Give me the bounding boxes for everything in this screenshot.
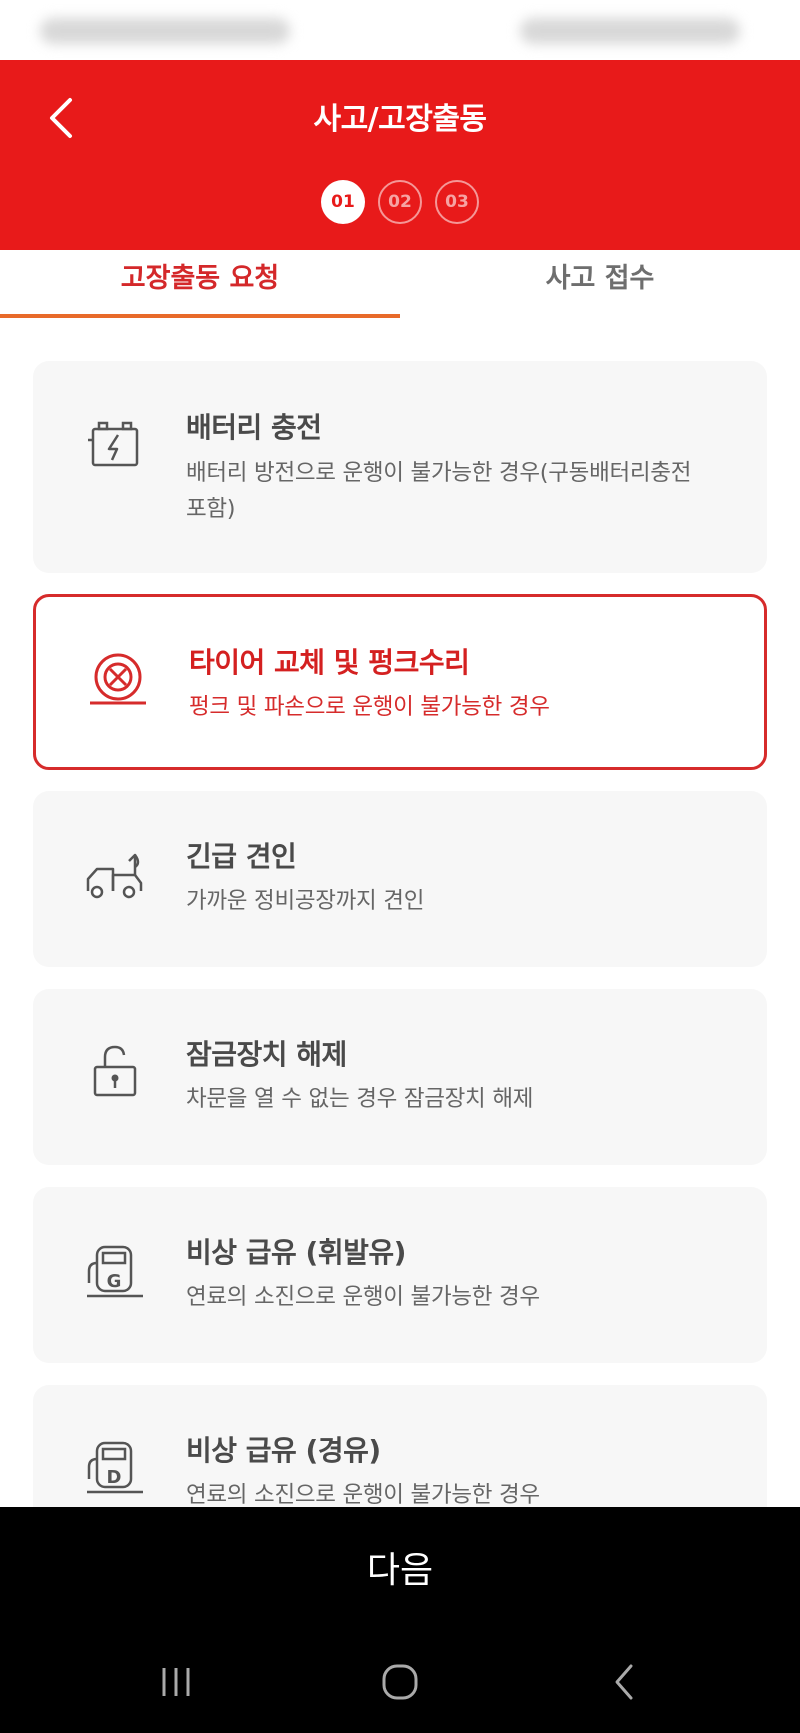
service-desc: 연료의 소진으로 운행이 불가능한 경우: [186, 1284, 540, 1310]
service-title: 긴급 견인: [186, 840, 297, 873]
svg-text:D: D: [107, 1467, 122, 1488]
service-desc: 펑크 및 파손으로 운행이 불가능한 경우: [189, 694, 550, 720]
gas-pump-d-icon: D: [85, 1437, 145, 1497]
tab-accident-report[interactable]: 사고 접수: [400, 250, 800, 318]
system-back-button[interactable]: [594, 1657, 654, 1707]
gas-pump-g-icon: G: [85, 1241, 145, 1301]
header: 사고/고장출동 01 02 03: [0, 60, 800, 250]
service-card-tire[interactable]: 타이어 교체 및 펑크수리 펑크 및 파손으로 운행이 불가능한 경우: [33, 594, 767, 770]
recent-apps-icon: [162, 1668, 190, 1696]
service-desc: 가까운 정비공장까지 견인: [186, 888, 425, 914]
tab-breakdown-request[interactable]: 고장출동 요청: [0, 250, 400, 318]
step-3: 03: [435, 180, 479, 224]
service-card-gasoline[interactable]: G 비상 급유 (휘발유) 연료의 소진으로 운행이 불가능한 경우: [33, 1187, 767, 1363]
home-button[interactable]: [370, 1657, 430, 1707]
tow-truck-icon: [85, 845, 145, 905]
service-desc: 차문을 열 수 없는 경우 잠금장치 해제: [186, 1086, 534, 1112]
svg-text:G: G: [107, 1271, 122, 1292]
service-card-unlock[interactable]: 잠금장치 해제 차문을 열 수 없는 경우 잠금장치 해제: [33, 989, 767, 1165]
page-title: 사고/고장출동: [313, 102, 487, 137]
active-tab-underline: [0, 314, 400, 318]
step-indicator: 01 02 03: [0, 180, 800, 230]
status-bar-left-blurred: [40, 18, 290, 44]
step-1: 01: [321, 180, 365, 224]
unlock-icon: [85, 1041, 145, 1101]
service-desc: 배터리 방전으로 운행이 불가능한 경우(구동배터리충전 포함): [186, 460, 692, 522]
system-nav-bar: [0, 1627, 800, 1733]
tab-bar: 고장출동 요청 사고 접수: [0, 250, 800, 320]
service-card-tow[interactable]: 긴급 견인 가까운 정비공장까지 견인: [33, 791, 767, 967]
step-2: 02: [378, 180, 422, 224]
home-icon: [382, 1664, 418, 1700]
back-chevron-icon: [615, 1664, 633, 1700]
service-title: 잠금장치 해제: [186, 1038, 347, 1071]
battery-icon: [85, 415, 145, 475]
next-button[interactable]: 다음: [0, 1507, 800, 1627]
service-card-battery[interactable]: 배터리 충전 배터리 방전으로 운행이 불가능한 경우(구동배터리충전 포함): [33, 361, 767, 573]
service-title: 비상 급유 (경유): [186, 1434, 381, 1467]
service-title: 비상 급유 (휘발유): [186, 1236, 406, 1269]
service-title: 배터리 충전: [186, 411, 322, 444]
status-bar-right-blurred: [520, 18, 740, 44]
recent-apps-button[interactable]: [146, 1657, 206, 1707]
tire-icon: [88, 649, 148, 709]
status-bar: [0, 0, 800, 60]
service-title: 타이어 교체 및 펑크수리: [189, 646, 470, 679]
